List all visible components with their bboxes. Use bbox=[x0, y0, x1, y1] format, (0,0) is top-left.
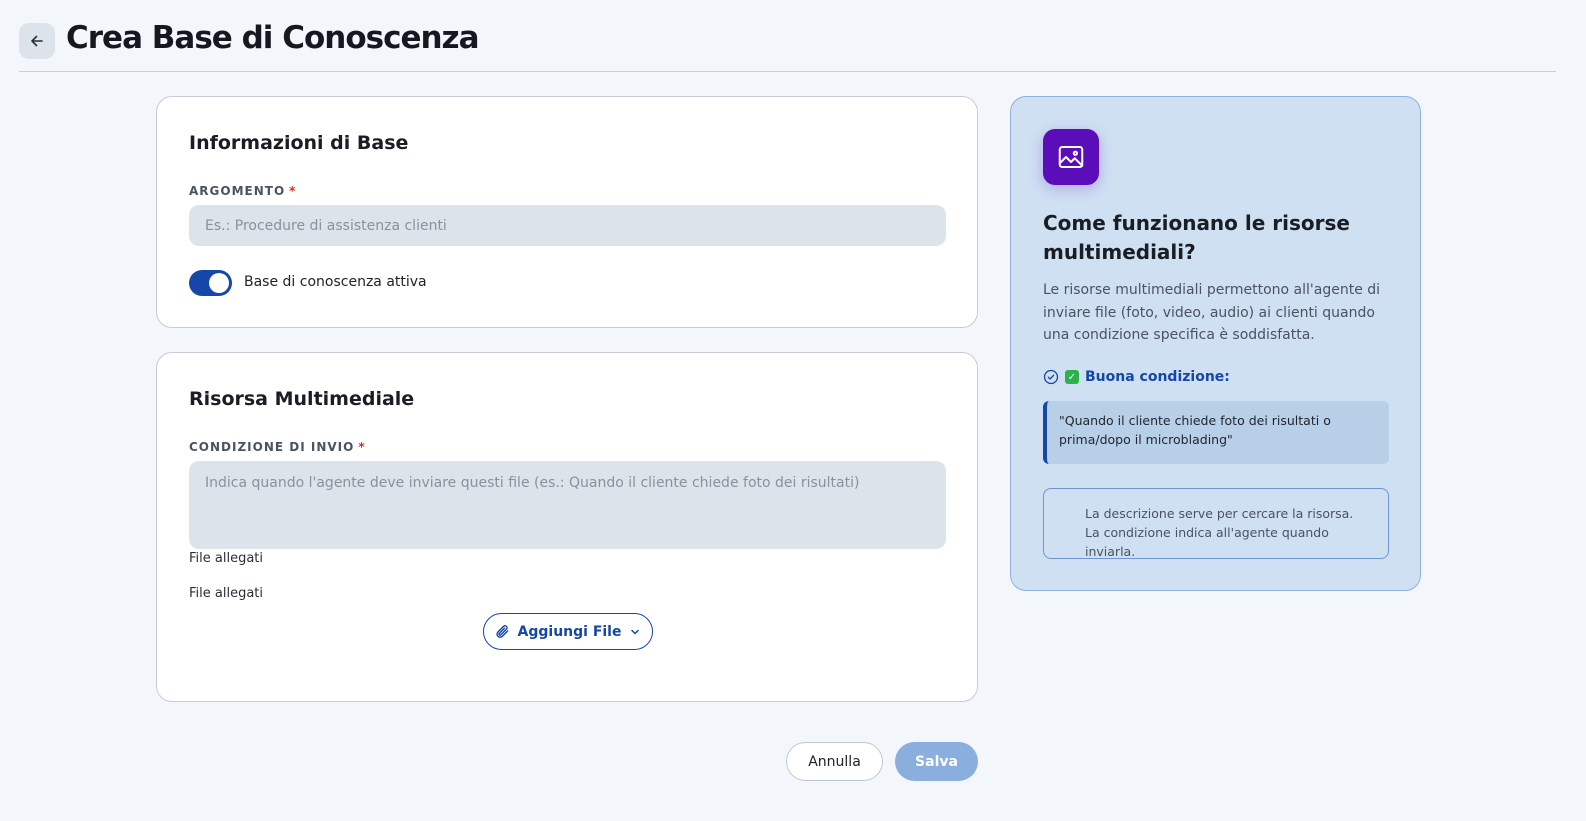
paperclip-icon bbox=[495, 625, 508, 638]
toggle-knob bbox=[209, 273, 229, 293]
media-resource-title: Risorsa Multimediale bbox=[189, 388, 415, 410]
media-resource-card: Risorsa Multimediale CONDIZIONE DI INVIO… bbox=[156, 352, 978, 702]
attached-files-sublabel: File allegati bbox=[189, 586, 264, 601]
check-mark-emoji-icon: ✓ bbox=[1065, 370, 1079, 384]
help-panel-title: Come funzionano le risorse multimediali? bbox=[1043, 211, 1350, 264]
required-marker: * bbox=[289, 184, 297, 198]
page-header: Crea Base di Conoscenza bbox=[19, 18, 1556, 72]
back-button[interactable] bbox=[19, 23, 55, 59]
topic-input[interactable] bbox=[189, 205, 946, 246]
condition-label: CONDIZIONE DI INVIO * bbox=[189, 440, 366, 454]
save-button[interactable]: Salva bbox=[895, 742, 978, 781]
basic-info-card: Informazioni di Base ARGOMENTO* Base di … bbox=[156, 96, 978, 328]
active-toggle[interactable] bbox=[189, 270, 232, 296]
topic-label: ARGOMENTO * bbox=[189, 184, 297, 198]
active-toggle-label: Base di conoscenza attiva bbox=[244, 274, 427, 290]
arrow-left-icon bbox=[31, 35, 43, 47]
image-icon-tile bbox=[1043, 129, 1099, 185]
help-panel: Come funzionano le risorse multimediali?… bbox=[1010, 96, 1421, 591]
help-panel-description: Le risorse multimediali permettono all'a… bbox=[1043, 282, 1381, 343]
check-circle-icon bbox=[1043, 369, 1059, 385]
cancel-button[interactable]: Annulla bbox=[786, 742, 883, 781]
image-icon bbox=[1058, 146, 1084, 168]
example-condition-quote: "Quando il cliente chiede foto dei risul… bbox=[1043, 401, 1389, 464]
add-file-button[interactable]: Aggiungi File bbox=[483, 613, 653, 650]
chevron-down-icon bbox=[631, 629, 640, 634]
condition-textarea[interactable] bbox=[189, 461, 946, 549]
required-marker: * bbox=[358, 440, 366, 454]
good-condition-label: Buona condizione: bbox=[1085, 369, 1230, 385]
good-condition-heading: ✓ Buona condizione: bbox=[1043, 369, 1230, 385]
add-file-label: Aggiungi File bbox=[517, 623, 622, 640]
help-note: La descrizione serve per cercare la riso… bbox=[1043, 488, 1389, 559]
page-title: Crea Base di Conoscenza bbox=[66, 20, 479, 56]
basic-info-title: Informazioni di Base bbox=[189, 132, 409, 154]
attached-files-label: File allegati bbox=[189, 551, 264, 566]
